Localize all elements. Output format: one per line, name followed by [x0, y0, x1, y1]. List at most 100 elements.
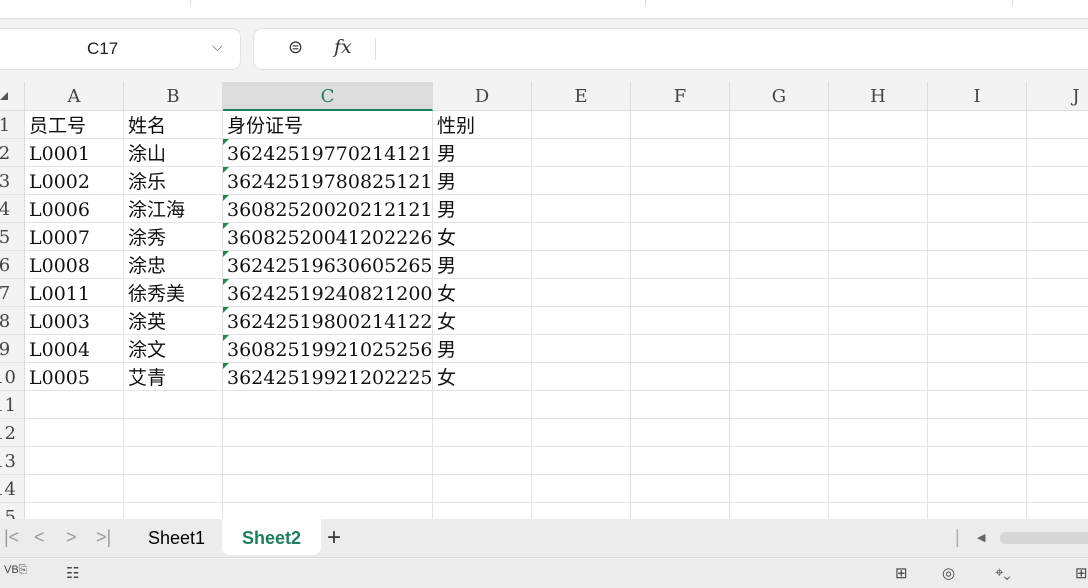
cell-d11[interactable]	[433, 391, 532, 419]
cell-b1[interactable]: 姓名	[124, 111, 223, 139]
cell-c4[interactable]: 360825200202121213	[223, 195, 433, 223]
column-header-i[interactable]: I	[928, 82, 1027, 111]
row-header[interactable]: 11	[0, 391, 25, 419]
cell-j2[interactable]	[1027, 139, 1088, 167]
cell-b9[interactable]: 涂文	[124, 335, 223, 363]
cell-b12[interactable]	[124, 419, 223, 447]
cell-e11[interactable]	[532, 391, 631, 419]
cell-h15[interactable]	[829, 503, 928, 519]
cell-d1[interactable]: 性别	[433, 111, 532, 139]
cell-h1[interactable]	[829, 111, 928, 139]
cell-a11[interactable]	[25, 391, 124, 419]
cell-i6[interactable]	[928, 251, 1027, 279]
cell-e2[interactable]	[532, 139, 631, 167]
cell-f7[interactable]	[631, 279, 730, 307]
cell-d8[interactable]: 女	[433, 307, 532, 335]
cell-e10[interactable]	[532, 363, 631, 391]
cell-h8[interactable]	[829, 307, 928, 335]
cell-i2[interactable]	[928, 139, 1027, 167]
cell-g5[interactable]	[730, 223, 829, 251]
row-header[interactable]: 8	[0, 307, 25, 335]
row-header[interactable]: 2	[0, 139, 25, 167]
group-expand-icon[interactable]: ↘	[630, 0, 638, 1]
row-header[interactable]: 3	[0, 167, 25, 195]
cell-reference[interactable]: C17	[87, 39, 118, 59]
prev-sheet-icon[interactable]: <	[34, 527, 45, 548]
cell-b15[interactable]	[124, 503, 223, 519]
cell-d15[interactable]	[433, 503, 532, 519]
cell-d9[interactable]: 男	[433, 335, 532, 363]
zoom-formula-icon[interactable]: ⊜	[288, 37, 303, 58]
row-header[interactable]: 6	[0, 251, 25, 279]
formula-bar[interactable]: ⊜ fx	[254, 29, 1088, 69]
row-header[interactable]: 15	[0, 503, 25, 519]
cell-h3[interactable]	[829, 167, 928, 195]
cell-d12[interactable]	[433, 419, 532, 447]
cell-b6[interactable]: 涂忠	[124, 251, 223, 279]
chevron-down-icon[interactable]: ⌵	[212, 38, 223, 55]
cell-j15[interactable]	[1027, 503, 1088, 519]
cell-d7[interactable]: 女	[433, 279, 532, 307]
cell-j1[interactable]	[1027, 111, 1088, 139]
cell-a13[interactable]	[25, 447, 124, 475]
normal-view-icon[interactable]: ⊞	[1075, 564, 1088, 582]
cell-g14[interactable]	[730, 475, 829, 503]
cell-b8[interactable]: 涂英	[124, 307, 223, 335]
column-header-c[interactable]: C	[223, 82, 433, 111]
cell-j9[interactable]	[1027, 335, 1088, 363]
row-header[interactable]: 14	[0, 475, 25, 503]
cell-g7[interactable]	[730, 279, 829, 307]
freeze-panes-icon[interactable]: ⌖⌄	[995, 564, 1011, 581]
cell-j4[interactable]	[1027, 195, 1088, 223]
cell-i7[interactable]	[928, 279, 1027, 307]
cell-f14[interactable]	[631, 475, 730, 503]
cell-j5[interactable]	[1027, 223, 1088, 251]
cell-a1[interactable]: 员工号	[25, 111, 124, 139]
cell-g13[interactable]	[730, 447, 829, 475]
column-header-g[interactable]: G	[730, 82, 829, 111]
cell-b2[interactable]: 涂山	[124, 139, 223, 167]
cell-d6[interactable]: 男	[433, 251, 532, 279]
cell-f8[interactable]	[631, 307, 730, 335]
cell-b11[interactable]	[124, 391, 223, 419]
cell-c14[interactable]	[223, 475, 433, 503]
cell-i4[interactable]	[928, 195, 1027, 223]
cell-a3[interactable]: L0002	[25, 167, 124, 195]
first-sheet-icon[interactable]: |<	[4, 527, 19, 548]
cell-i1[interactable]	[928, 111, 1027, 139]
number-as-text-indicator-icon[interactable]	[223, 307, 229, 313]
sheet-tab-sheet2[interactable]: Sheet2	[222, 519, 322, 555]
cell-e15[interactable]	[532, 503, 631, 519]
column-header-e[interactable]: E	[532, 82, 631, 111]
cell-g8[interactable]	[730, 307, 829, 335]
row-header[interactable]: 12	[0, 419, 25, 447]
cell-a8[interactable]: L0003	[25, 307, 124, 335]
cell-f2[interactable]	[631, 139, 730, 167]
cell-d14[interactable]	[433, 475, 532, 503]
cell-f6[interactable]	[631, 251, 730, 279]
cell-i5[interactable]	[928, 223, 1027, 251]
cell-h2[interactable]	[829, 139, 928, 167]
row-header[interactable]: 1	[0, 111, 25, 139]
cell-c10[interactable]: 362425199212022254	[223, 363, 433, 391]
number-as-text-indicator-icon[interactable]	[223, 363, 229, 369]
page-layout-icon[interactable]: ☷	[66, 564, 79, 582]
cell-a14[interactable]	[25, 475, 124, 503]
cell-h9[interactable]	[829, 335, 928, 363]
cell-f11[interactable]	[631, 391, 730, 419]
cell-d10[interactable]: 女	[433, 363, 532, 391]
number-as-text-indicator-icon[interactable]	[223, 223, 229, 229]
cell-d2[interactable]: 男	[433, 139, 532, 167]
cell-c12[interactable]	[223, 419, 433, 447]
cell-a2[interactable]: L0001	[25, 139, 124, 167]
cell-i10[interactable]	[928, 363, 1027, 391]
column-header-j[interactable]: J	[1027, 82, 1088, 111]
cell-h11[interactable]	[829, 391, 928, 419]
cell-e7[interactable]	[532, 279, 631, 307]
horizontal-scrollbar[interactable]	[1000, 532, 1088, 544]
group-expand-icon[interactable]: ↘	[175, 0, 183, 1]
cell-h12[interactable]	[829, 419, 928, 447]
add-sheet-icon[interactable]: +	[327, 524, 341, 552]
number-as-text-indicator-icon[interactable]	[223, 195, 229, 201]
cell-g9[interactable]	[730, 335, 829, 363]
